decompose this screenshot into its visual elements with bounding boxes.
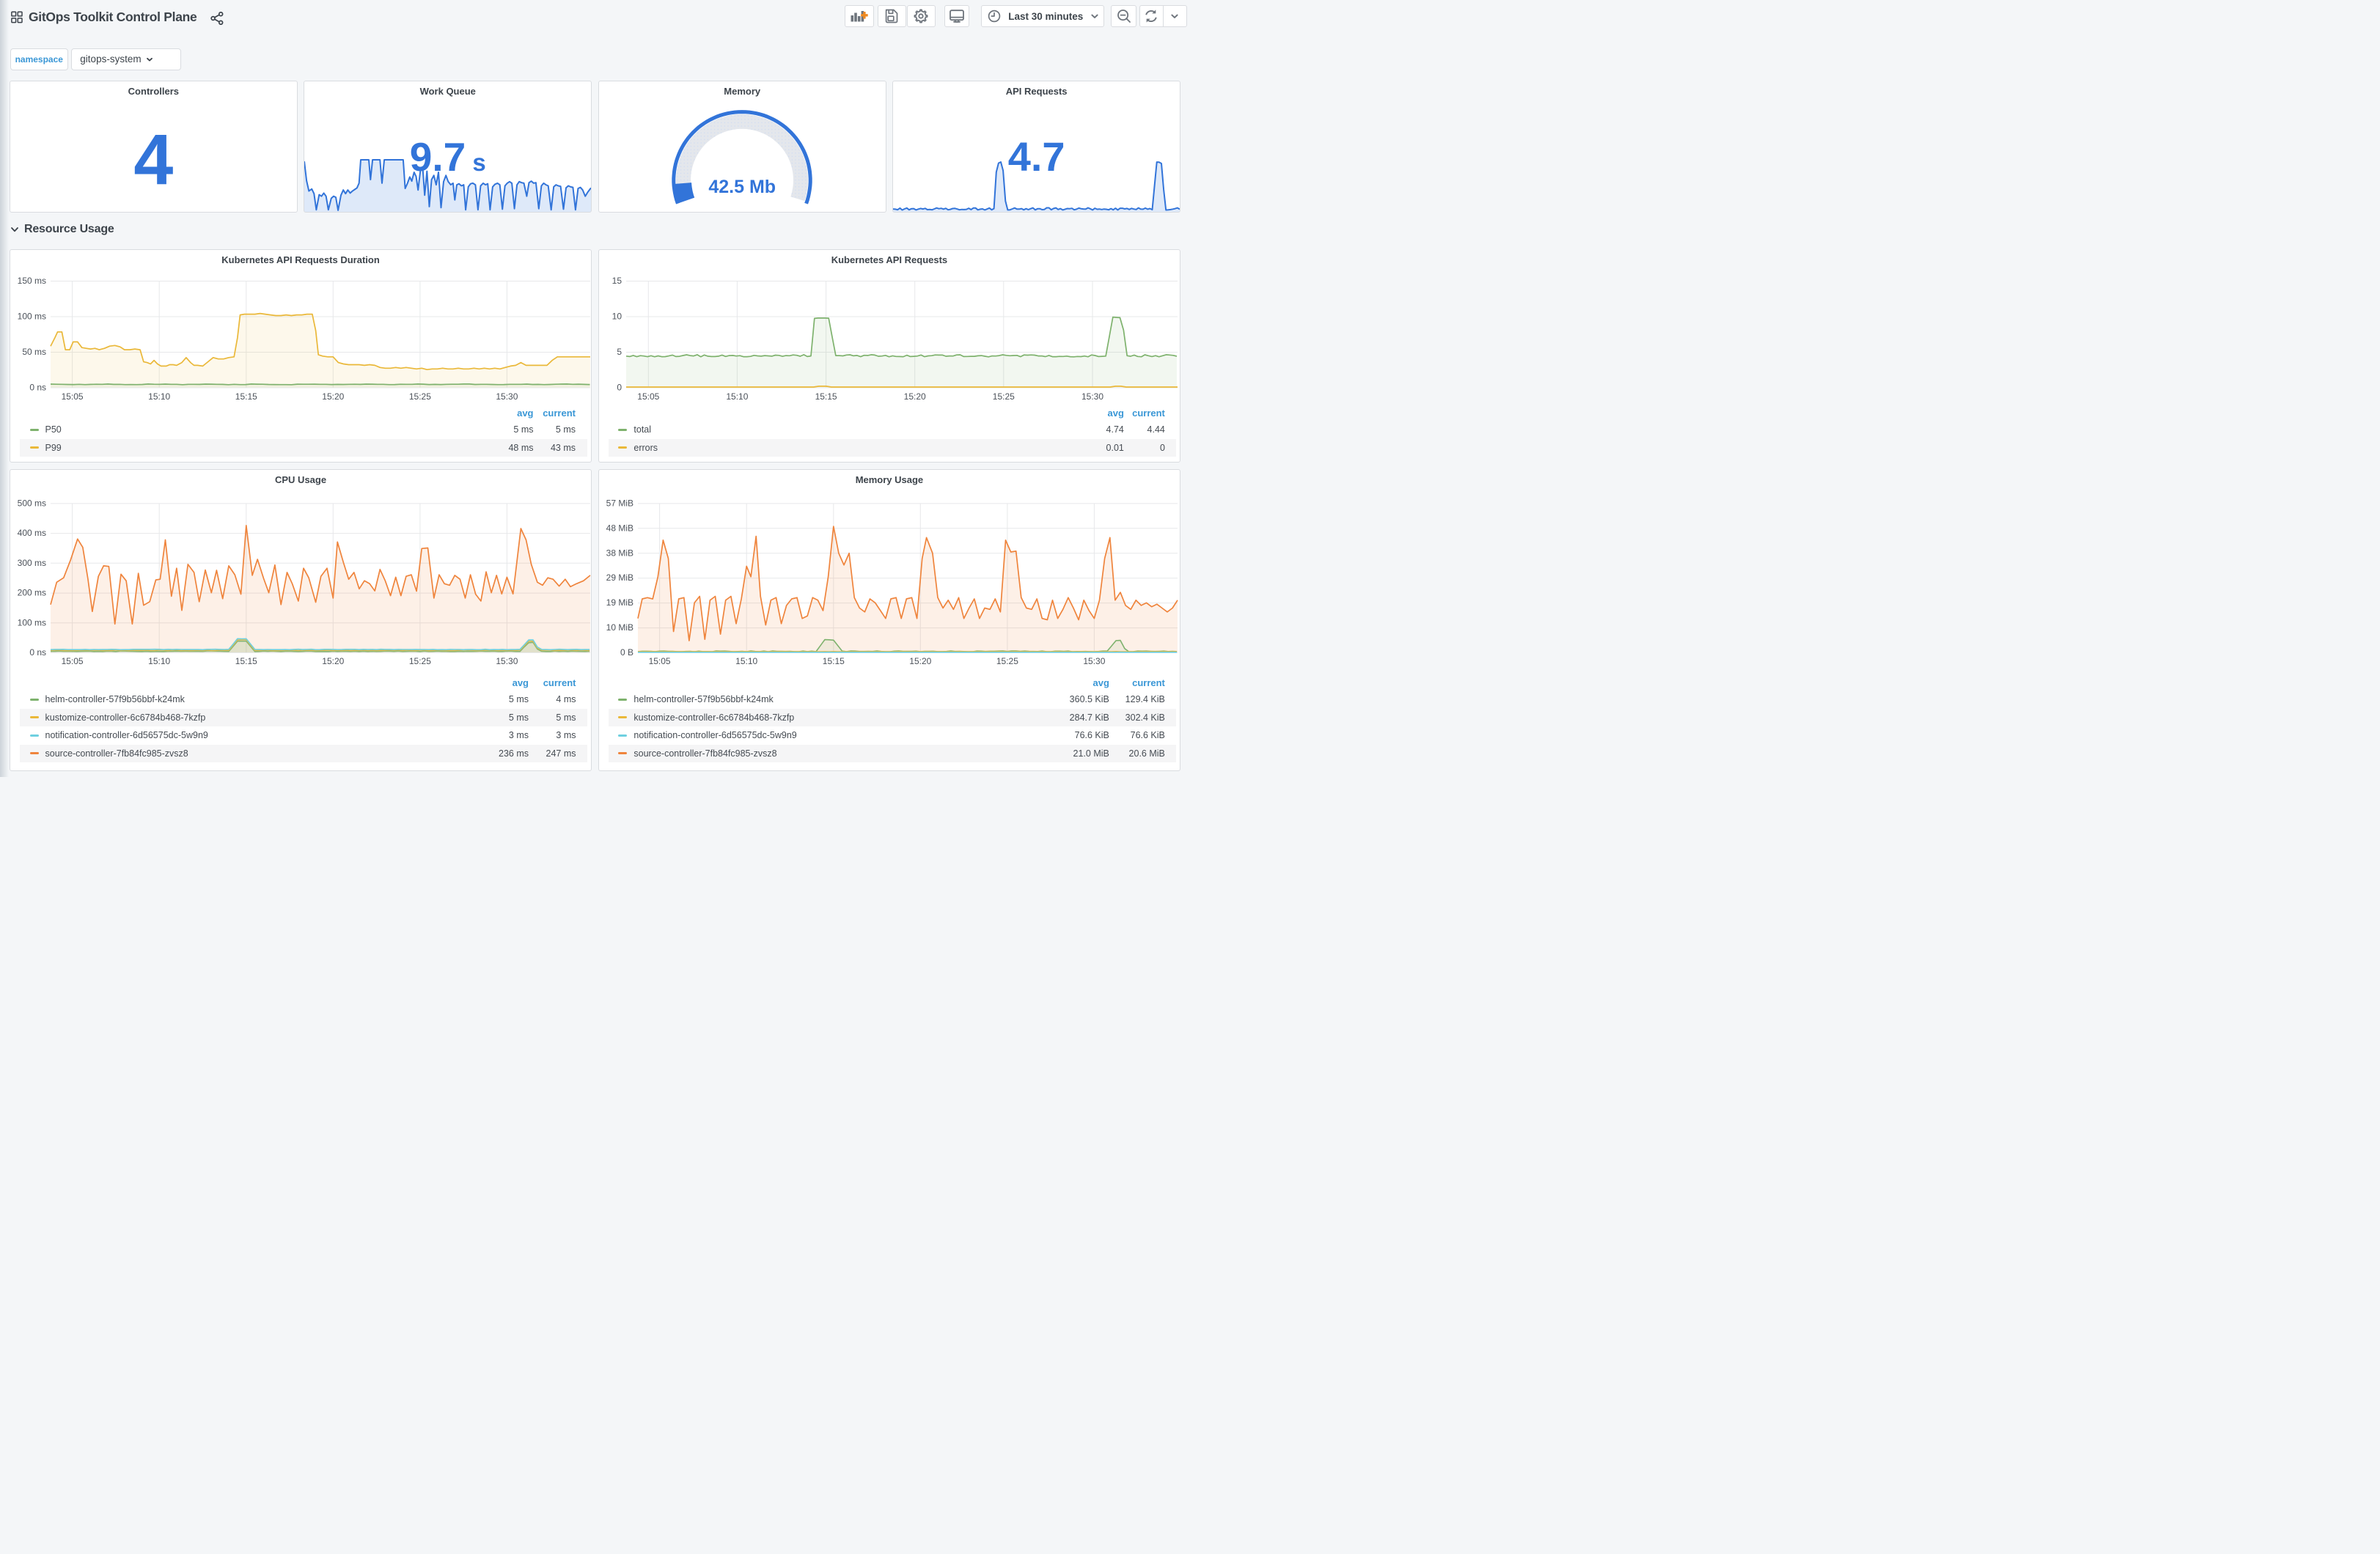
svg-text:300 ms: 300 ms <box>18 558 46 568</box>
svg-text:15:20: 15:20 <box>322 656 344 666</box>
svg-text:15:20: 15:20 <box>904 391 926 402</box>
svg-text:15:30: 15:30 <box>496 656 518 666</box>
svg-text:15:15: 15:15 <box>235 391 257 402</box>
svg-text:150 ms: 150 ms <box>18 276 46 286</box>
svg-text:0 ns: 0 ns <box>29 647 46 658</box>
svg-text:15:20: 15:20 <box>909 656 931 666</box>
svg-text:15:15: 15:15 <box>815 391 837 402</box>
svg-text:15:05: 15:05 <box>648 656 670 666</box>
svg-text:10: 10 <box>612 312 622 322</box>
svg-text:38 MiB: 38 MiB <box>606 548 633 558</box>
svg-text:0 ns: 0 ns <box>29 383 46 393</box>
svg-text:15:20: 15:20 <box>322 391 344 402</box>
svg-text:200 ms: 200 ms <box>18 588 46 598</box>
svg-text:15:05: 15:05 <box>62 391 84 402</box>
svg-text:100 ms: 100 ms <box>18 312 46 322</box>
svg-text:15:25: 15:25 <box>996 656 1018 666</box>
svg-text:5: 5 <box>617 347 622 357</box>
svg-text:10 MiB: 10 MiB <box>606 622 633 633</box>
svg-text:19 MiB: 19 MiB <box>606 597 633 608</box>
svg-text:15: 15 <box>612 276 622 286</box>
svg-text:0: 0 <box>617 383 622 393</box>
svg-text:100 ms: 100 ms <box>18 617 46 627</box>
svg-text:50 ms: 50 ms <box>22 347 46 357</box>
svg-text:15:30: 15:30 <box>1083 656 1105 666</box>
svg-text:15:25: 15:25 <box>993 391 1015 402</box>
svg-text:15:10: 15:10 <box>148 391 170 402</box>
svg-text:15:30: 15:30 <box>1081 391 1103 402</box>
svg-text:15:05: 15:05 <box>62 656 84 666</box>
svg-text:0 B: 0 B <box>620 647 633 658</box>
svg-text:48 MiB: 48 MiB <box>606 523 633 533</box>
svg-text:15:25: 15:25 <box>409 391 431 402</box>
svg-text:15:15: 15:15 <box>823 656 845 666</box>
svg-text:15:10: 15:10 <box>735 656 757 666</box>
svg-text:15:05: 15:05 <box>637 391 659 402</box>
svg-text:400 ms: 400 ms <box>18 528 46 538</box>
svg-text:15:10: 15:10 <box>726 391 748 402</box>
svg-text:15:25: 15:25 <box>409 656 431 666</box>
svg-text:15:30: 15:30 <box>496 391 518 402</box>
svg-text:57 MiB: 57 MiB <box>606 498 633 508</box>
svg-text:15:15: 15:15 <box>235 656 257 666</box>
svg-text:29 MiB: 29 MiB <box>606 572 633 583</box>
svg-text:500 ms: 500 ms <box>18 498 46 508</box>
svg-text:15:10: 15:10 <box>148 656 170 666</box>
